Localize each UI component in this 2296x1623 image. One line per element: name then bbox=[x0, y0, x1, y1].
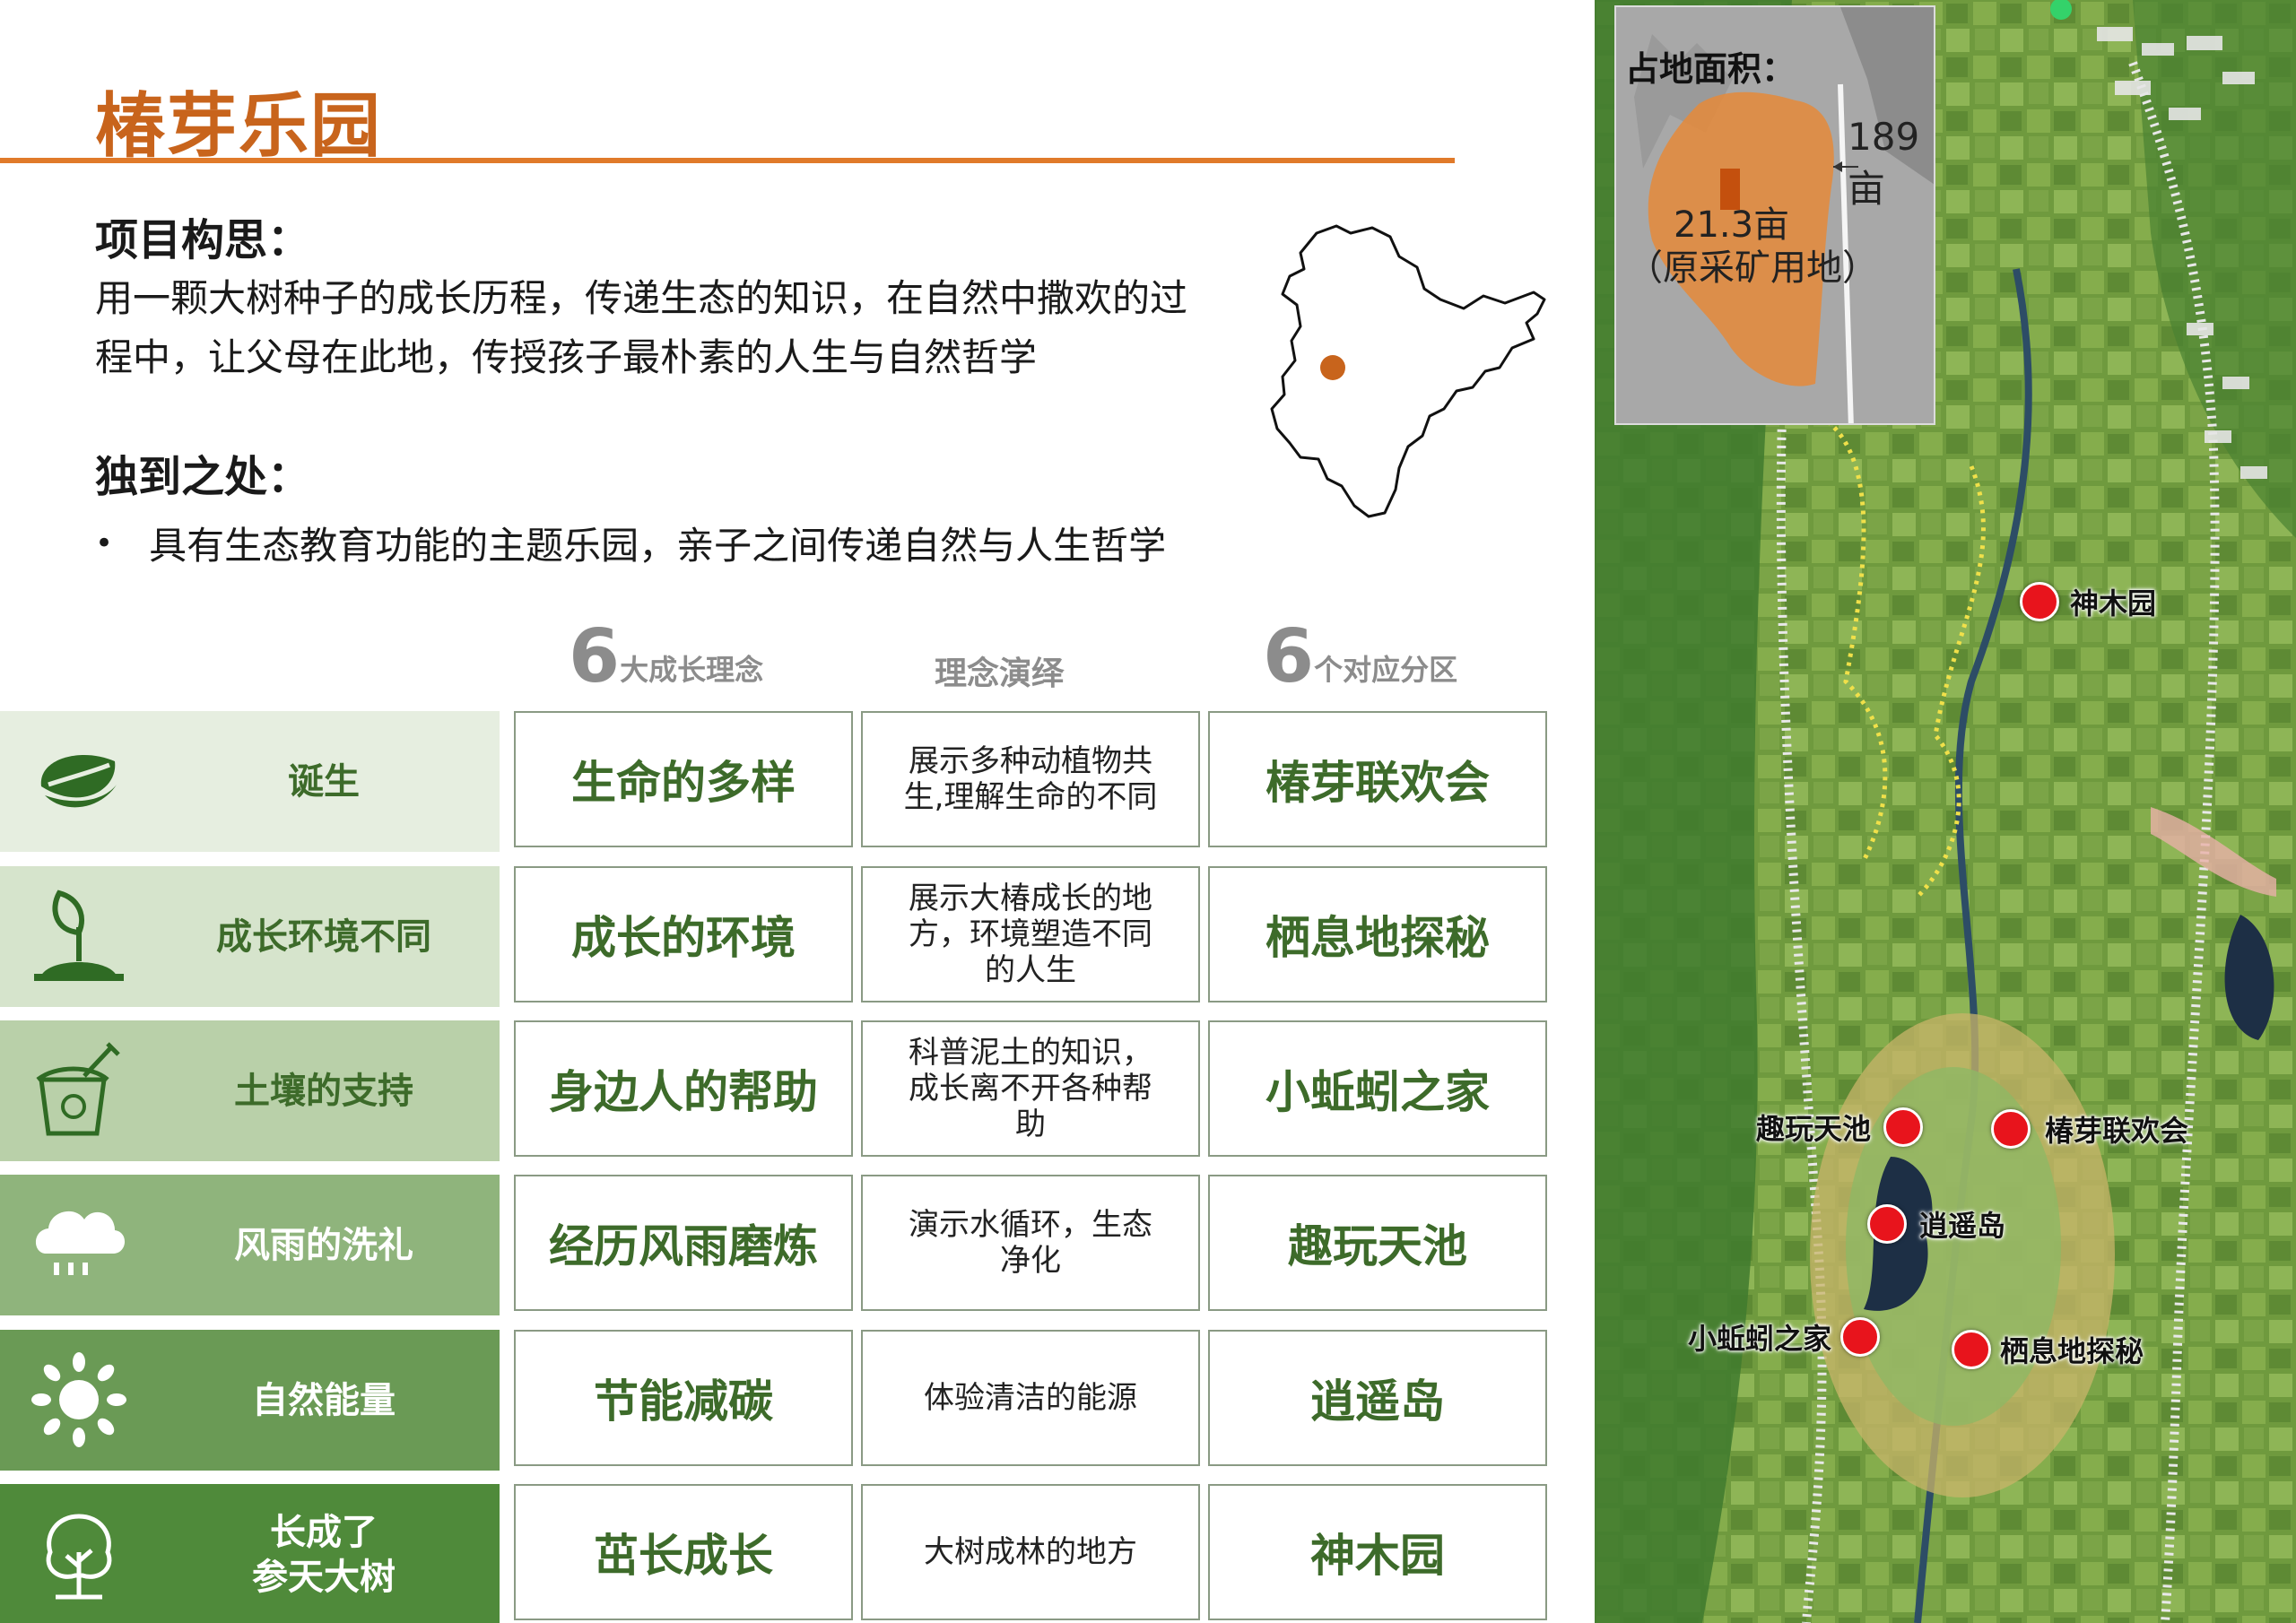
concept-line-1: 用一颗大树种子的成长历程，传递生态的知识，在自然中撒欢的过 bbox=[95, 276, 1188, 320]
zones-header-text: 个对应分区 bbox=[1314, 653, 1458, 687]
column-header-concepts: 6 大成长理念 bbox=[569, 621, 763, 694]
map-marker-quwantianchi[interactable]: 趣玩天池 bbox=[1756, 1107, 1924, 1148]
marker-label: 趣玩天池 bbox=[1756, 1112, 1872, 1146]
row-label-tree: 长成了 参天大树 bbox=[0, 1484, 500, 1623]
concept-cell: 身边人的帮助 bbox=[514, 1020, 853, 1157]
page-title: 椿芽乐园 bbox=[95, 86, 383, 167]
row-label-text: 自然能量 bbox=[252, 1379, 396, 1421]
map-marker-xiaoyaodao[interactable]: 逍遥岛 bbox=[1867, 1203, 2005, 1245]
marker-label: 神木园 bbox=[2070, 586, 2157, 621]
zone-cell: 椿芽联欢会 bbox=[1208, 711, 1547, 847]
marker-label: 栖息地探秘 bbox=[2000, 1334, 2144, 1368]
concepts-count: 6 bbox=[569, 614, 621, 699]
concept-cell: 节能减碳 bbox=[514, 1330, 853, 1466]
row-label-environment: 成长环境不同 bbox=[0, 866, 500, 1007]
concepts-header-text: 大成长理念 bbox=[620, 653, 764, 687]
bullet-dot: • bbox=[95, 525, 114, 561]
zones-count: 6 bbox=[1263, 614, 1315, 699]
title-divider bbox=[0, 158, 1455, 163]
marker-dot bbox=[1840, 1317, 1881, 1357]
marker-dot bbox=[1883, 1107, 1924, 1147]
zone-cell: 神木园 bbox=[1208, 1484, 1547, 1620]
area-inset-map: 占地面积： 189亩 21.3亩 （原采矿用地） bbox=[1614, 5, 1935, 425]
column-header-interpretation: 理念演绎 bbox=[935, 647, 1064, 694]
area-label: 占地面积： bbox=[1625, 49, 1796, 89]
seed-icon bbox=[40, 754, 117, 808]
row-label-text: 成长环境不同 bbox=[216, 916, 431, 958]
concept-cell: 成长的环境 bbox=[514, 866, 853, 1002]
row-label-text: 土壤的支持 bbox=[234, 1070, 413, 1112]
marker-dot bbox=[1952, 1330, 1991, 1369]
interpretation-header-text: 理念演绎 bbox=[935, 655, 1065, 692]
row-label-birth: 诞生 bbox=[0, 711, 500, 852]
concept-line-2: 程中，让父母在此地，传授孩子最朴素的人生与自然哲学 bbox=[95, 335, 1038, 379]
interpretation-cell: 演示水循环，生态净化 bbox=[861, 1175, 1200, 1311]
location-dot bbox=[1320, 355, 1345, 380]
mining-area-note: （原采矿用地） bbox=[1627, 247, 1878, 289]
marker-dot bbox=[1991, 1109, 2031, 1149]
row-label-text: 诞生 bbox=[288, 760, 360, 803]
map-marker-chunyalianhuanhui[interactable]: 椿芽联欢会 bbox=[1991, 1108, 2188, 1150]
row-label-soil: 土壤的支持 bbox=[0, 1020, 500, 1161]
interpretation-cell: 科普泥土的知识，成长离不开各种帮助 bbox=[861, 1020, 1200, 1157]
row-label-weather: 风雨的洗礼 bbox=[0, 1175, 500, 1315]
row-label-text: 风雨的洗礼 bbox=[234, 1224, 413, 1266]
unique-heading: 独到之处： bbox=[95, 452, 311, 502]
row-label-energy: 自然能量 bbox=[0, 1330, 500, 1471]
marker-dot bbox=[2020, 582, 2059, 621]
row-label-text: 长成了 参天大树 bbox=[252, 1511, 396, 1598]
region-outline-map bbox=[1270, 224, 1546, 518]
concept-cell: 经历风雨磨炼 bbox=[514, 1175, 853, 1311]
zone-cell: 逍遥岛 bbox=[1208, 1330, 1547, 1466]
interpretation-cell: 体验清洁的能源 bbox=[861, 1330, 1200, 1466]
cloud-rain-icon bbox=[35, 1211, 126, 1275]
map-marker-shenmuyuan[interactable]: 神木园 bbox=[2020, 581, 2156, 622]
zone-cell: 小蚯蚓之家 bbox=[1208, 1020, 1547, 1157]
interpretation-cell: 大树成林的地方 bbox=[861, 1484, 1200, 1620]
concept-heading: 项目构思： bbox=[95, 215, 311, 265]
marker-label: 椿芽联欢会 bbox=[2045, 1114, 2189, 1148]
feature-bullet-item: • 具有生态教育功能的主题乐园，亲子之间传递自然与人生哲学 bbox=[95, 516, 1166, 570]
interpretation-cell: 展示大椿成长的地方，环境塑造不同的人生 bbox=[861, 866, 1200, 1002]
column-header-zones: 6 个对应分区 bbox=[1263, 621, 1457, 694]
concept-cell: 茁长成长 bbox=[514, 1484, 853, 1620]
map-marker-xiaoqiuyinzhijia[interactable]: 小蚯蚓之家 bbox=[1688, 1316, 1881, 1358]
zone-cell: 栖息地探秘 bbox=[1208, 866, 1547, 1002]
concept-cell: 生命的多样 bbox=[514, 711, 853, 847]
marker-dot bbox=[1867, 1204, 1907, 1244]
total-area-value: 189亩 bbox=[1848, 115, 1920, 211]
map-marker-qixidi[interactable]: 栖息地探秘 bbox=[1952, 1329, 2144, 1370]
marker-label: 逍遥岛 bbox=[1919, 1209, 2006, 1243]
feature-text: 具有生态教育功能的主题乐园，亲子之间传递自然与人生哲学 bbox=[149, 524, 1167, 568]
zone-cell: 趣玩天池 bbox=[1208, 1175, 1547, 1311]
marker-label: 小蚯蚓之家 bbox=[1688, 1322, 1832, 1356]
tree-icon bbox=[46, 1514, 112, 1600]
sprout-icon bbox=[34, 890, 124, 981]
sun-icon bbox=[31, 1352, 126, 1447]
concept-text: 用一颗大树种子的成长历程，传递生态的知识，在自然中撒欢的过 程中，让父母在此地，… bbox=[95, 269, 1261, 387]
bucket-icon bbox=[36, 1042, 120, 1136]
interpretation-cell: 展示多种动植物共生,理解生命的不同 bbox=[861, 711, 1200, 847]
